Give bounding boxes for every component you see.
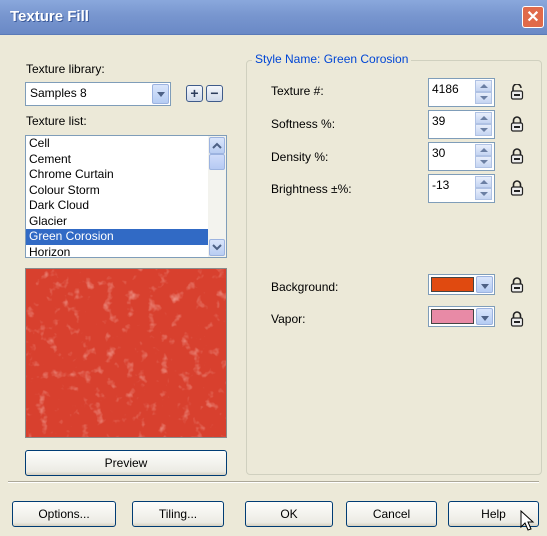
chevron-up-icon	[212, 142, 222, 149]
texture-list[interactable]: Cell Cement Chrome Curtain Colour Storm …	[25, 135, 227, 258]
list-item[interactable]: Cell	[26, 136, 226, 152]
tiling-button[interactable]: Tiling...	[132, 501, 224, 527]
list-item[interactable]: Dark Cloud	[26, 198, 226, 214]
list-item[interactable]: Horizon	[26, 245, 226, 258]
spin-up-button[interactable]	[475, 144, 492, 156]
background-color-picker[interactable]	[428, 274, 495, 295]
vapor-color-label: Vapor:	[271, 312, 306, 326]
window-title: Texture Fill	[10, 8, 89, 25]
softness-label: Softness %:	[271, 117, 336, 131]
list-item[interactable]: Glacier	[26, 214, 226, 230]
texture-library-select[interactable]: Samples 8	[25, 82, 171, 106]
texture-number-spinner[interactable]: 4186	[428, 78, 495, 107]
texture-preview-image	[26, 269, 226, 437]
style-name-title: Style Name: Green Corosion	[252, 52, 412, 66]
texture-number-label: Texture #:	[271, 84, 324, 98]
spin-down-button[interactable]	[475, 92, 492, 104]
spin-down-button[interactable]	[475, 124, 492, 136]
brightness-label: Brightness ±%:	[271, 182, 352, 196]
add-library-button[interactable]: +	[186, 85, 203, 102]
close-button[interactable]: ✕	[522, 6, 544, 28]
mouse-cursor-icon	[520, 510, 535, 531]
texture-library-label: Texture library:	[26, 62, 105, 76]
chevron-down-icon[interactable]	[152, 84, 169, 104]
list-item[interactable]: Colour Storm	[26, 183, 226, 199]
texture-number-value: 4186	[432, 82, 459, 96]
density-label: Density %:	[271, 150, 329, 164]
scroll-down-button[interactable]	[209, 239, 225, 256]
separator	[8, 481, 539, 483]
chevron-down-icon[interactable]	[476, 308, 493, 325]
background-color-swatch	[431, 277, 474, 292]
list-item[interactable]: Chrome Curtain	[26, 167, 226, 183]
scroll-up-button[interactable]	[209, 137, 225, 154]
spin-down-button[interactable]	[475, 188, 492, 200]
lock-icon[interactable]	[510, 148, 524, 164]
vapor-color-swatch	[431, 309, 474, 324]
remove-library-button[interactable]: −	[206, 85, 223, 102]
cancel-button[interactable]: Cancel	[346, 501, 437, 527]
lock-icon[interactable]	[510, 116, 524, 132]
lock-icon[interactable]	[510, 311, 524, 327]
preview-button[interactable]: Preview	[25, 450, 227, 476]
spin-up-button[interactable]	[475, 112, 492, 124]
scroll-thumb[interactable]	[209, 154, 225, 170]
spin-up-button[interactable]	[475, 176, 492, 188]
texture-library-value: Samples 8	[30, 86, 87, 100]
chevron-down-icon[interactable]	[476, 276, 493, 293]
spin-up-button[interactable]	[475, 80, 492, 92]
texture-list-label: Texture list:	[26, 114, 87, 128]
chevron-down-icon	[212, 244, 222, 251]
density-value: 30	[432, 146, 446, 160]
brightness-spinner[interactable]: -13	[428, 174, 495, 203]
unlocked-icon[interactable]	[510, 84, 524, 100]
title-bar: Texture Fill ✕	[0, 0, 547, 35]
lock-icon[interactable]	[510, 277, 524, 293]
softness-spinner[interactable]: 39	[428, 110, 495, 139]
list-item[interactable]: Cement	[26, 152, 226, 168]
ok-button[interactable]: OK	[245, 501, 333, 527]
background-color-label: Background:	[271, 280, 339, 294]
vapor-color-picker[interactable]	[428, 306, 495, 327]
softness-value: 39	[432, 114, 446, 128]
options-button[interactable]: Options...	[12, 501, 116, 527]
list-scrollbar[interactable]	[208, 136, 226, 257]
lock-icon[interactable]	[510, 180, 524, 196]
list-item-selected[interactable]: Green Corosion	[26, 229, 226, 245]
texture-preview	[25, 268, 227, 438]
spin-down-button[interactable]	[475, 156, 492, 168]
density-spinner[interactable]: 30	[428, 142, 495, 171]
brightness-value: -13	[432, 178, 450, 192]
